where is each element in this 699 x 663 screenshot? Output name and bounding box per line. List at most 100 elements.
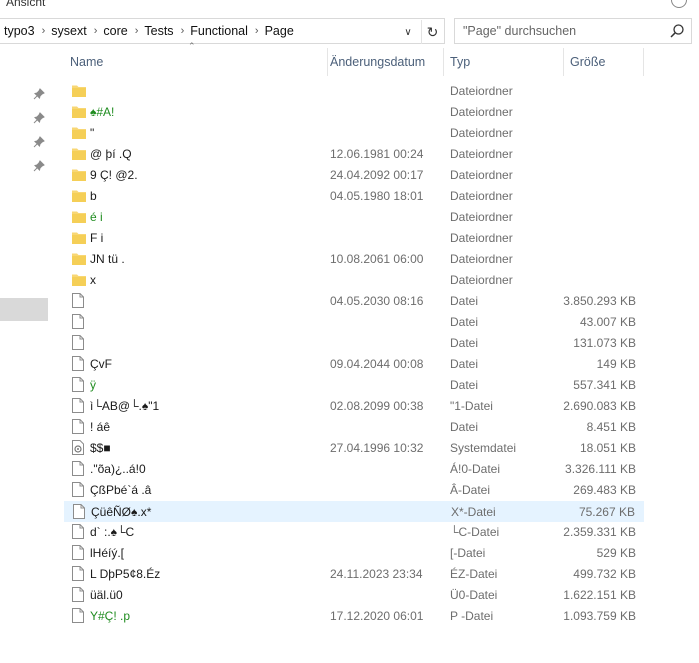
file-list-row[interactable]: 9 Ç! @2. 24.04.2092 00:17 Dateiordner <box>64 165 644 186</box>
ribbon-tab-ansicht[interactable]: Ansicht <box>6 0 45 9</box>
file-list-row[interactable]: ! áê Datei 8.451 KB <box>64 417 644 438</box>
row-name: ÇßPbé`á .â <box>90 483 152 497</box>
file-list-row[interactable]: ÇüêÑØ♠.x* X*-Datei 75.267 KB <box>64 501 644 522</box>
file-list-row[interactable]: Dateiordner <box>64 81 644 102</box>
row-size: 529 KB <box>596 546 636 560</box>
pin-icon[interactable] <box>33 136 45 148</box>
column-label-name: Name <box>70 55 104 69</box>
chevron-right-icon[interactable]: › <box>135 25 139 37</box>
pin-icon[interactable] <box>33 160 45 172</box>
navigation-pane <box>0 48 48 663</box>
row-name: lHéíý.[ <box>90 546 125 560</box>
folder-icon <box>72 209 86 225</box>
file-list-row[interactable]: ÇvF 09.04.2044 00:08 Datei 149 KB <box>64 354 644 375</box>
row-name: ! áê <box>90 420 111 434</box>
row-type: Dateiordner <box>450 126 513 140</box>
chevron-right-icon[interactable]: › <box>181 25 185 37</box>
file-list-row[interactable]: L DþP5¢8.Éz 24.11.2023 23:34 ÉZ-Datei 499.7… <box>64 564 644 585</box>
row-size: 1.622.151 KB <box>563 588 636 602</box>
file-list-row[interactable]: üäl.ü0 Ü0-Datei 1.622.151 KB <box>64 585 644 606</box>
column-header-name[interactable]: Name <box>64 48 328 76</box>
nav-item-selected[interactable] <box>0 298 48 321</box>
file-icon <box>72 377 86 393</box>
row-date: 10.08.2061 06:00 <box>330 252 424 266</box>
chevron-right-icon[interactable]: › <box>94 25 98 37</box>
row-type: Dateiordner <box>450 147 513 161</box>
row-size: 2.690.083 KB <box>563 399 636 413</box>
file-icon <box>72 293 86 309</box>
row-type: Datei <box>450 336 479 350</box>
row-size: 269.483 KB <box>573 483 636 497</box>
file-list-row[interactable]: $$■ 27.04.1996 10:32 Systemdatei 18.051 KB <box>64 438 644 459</box>
file-list-row[interactable]: ♠#A! Dateiordner <box>64 102 644 123</box>
folder-icon <box>72 188 86 204</box>
file-list-row[interactable]: b 04.05.1980 18:01 Dateiordner <box>64 186 644 207</box>
chevron-right-icon[interactable]: › <box>255 25 259 37</box>
pin-icon[interactable] <box>33 112 45 124</box>
search-box[interactable] <box>454 18 692 44</box>
breadcrumb-item-core[interactable]: core <box>103 24 127 38</box>
pin-icon[interactable] <box>33 88 45 100</box>
column-header-size[interactable]: Größe <box>564 48 644 76</box>
row-type: [-Datei <box>450 546 486 560</box>
row-type: P -Datei <box>450 609 494 623</box>
column-header-date[interactable]: Änderungsdatum <box>324 48 444 76</box>
search-input[interactable] <box>455 24 655 38</box>
file-list-row[interactable]: Y#Ç! .p 17.12.2020 06:01 P -Datei 1.093.759… <box>64 606 644 627</box>
row-date: 09.04.2044 00:08 <box>330 357 424 371</box>
row-size: 8.451 KB <box>586 420 636 434</box>
file-list-row[interactable]: é i Dateiordner <box>64 207 644 228</box>
breadcrumb-item-typo3[interactable]: typo3 <box>4 24 35 38</box>
file-list-row[interactable]: 04.05.2030 08:16 Datei 3.850.293 KB <box>64 291 644 312</box>
row-name: ÇüêÑØ♠.x* <box>91 505 152 519</box>
row-name: @ þí .Q <box>90 147 132 161</box>
row-size: 3.850.293 KB <box>563 294 636 308</box>
row-type: Â-Datei <box>450 483 491 497</box>
chevron-right-icon[interactable]: › <box>42 25 46 37</box>
file-list-row[interactable]: Datei 43.007 KB <box>64 312 644 333</box>
row-date: 24.04.2092 00:17 <box>330 168 424 182</box>
address-history-dropdown-icon[interactable]: ∨ <box>397 20 419 44</box>
breadcrumb-item-sysext[interactable]: sysext <box>51 24 86 38</box>
file-list-row[interactable]: JN tü . 10.08.2061 06:00 Dateiordner <box>64 249 644 270</box>
file-icon <box>72 587 86 603</box>
breadcrumb-item-functional[interactable]: Functional <box>190 24 248 38</box>
breadcrumb-item-page[interactable]: Page <box>265 24 294 38</box>
file-list-row[interactable]: lHéíý.[ [-Datei 529 KB <box>64 543 644 564</box>
file-list-row[interactable]: ÇßPbé`á .â Â-Datei 269.483 KB <box>64 480 644 501</box>
file-list-row[interactable]: ."õa)¿..á!0 Á!0-Datei 3.326.111 KB <box>64 459 644 480</box>
breadcrumb: typo3 › sysext › core › Tests › Functional › … <box>0 19 294 43</box>
file-list-row[interactable]: x Dateiordner <box>64 270 644 291</box>
row-name: F i <box>90 231 104 245</box>
file-list-row[interactable]: ì└AB@└.♠"1 02.08.2099 00:38 "1-Datei 2.690.… <box>64 396 644 417</box>
address-box[interactable]: typo3 › sysext › core › Tests › Functional › … <box>0 18 445 44</box>
column-header-type[interactable]: Typ <box>444 48 564 76</box>
row-name: d` :.♠└C <box>90 525 135 539</box>
row-name: x <box>90 273 96 287</box>
file-icon <box>72 608 86 624</box>
search-icon[interactable] <box>669 23 685 39</box>
row-name: Y#Ç! .p <box>90 609 131 623</box>
file-icon <box>72 419 86 435</box>
file-list-row[interactable]: F i Dateiordner <box>64 228 644 249</box>
file-icon <box>72 482 86 498</box>
file-list-row[interactable]: " Dateiordner <box>64 123 644 144</box>
row-name: é i <box>90 210 103 224</box>
refresh-icon[interactable]: ↻ <box>421 20 443 44</box>
row-type: Ü0-Datei <box>450 588 498 602</box>
column-header: ⌃ Name Änderungsdatum Typ Größe <box>64 41 644 76</box>
column-label-type: Typ <box>450 55 471 69</box>
row-size: 149 KB <box>596 357 636 371</box>
file-icon <box>72 314 86 330</box>
file-list-row[interactable]: d` :.♠└C └C-Datei 2.359.331 KB <box>64 522 644 543</box>
row-name: 9 Ç! @2. <box>90 168 138 182</box>
file-list-row[interactable]: ÿ Datei 557.341 KB <box>64 375 644 396</box>
file-icon <box>72 335 86 351</box>
file-list-row[interactable]: Datei 131.073 KB <box>64 333 644 354</box>
row-type: Datei <box>450 294 479 308</box>
ribbon-expand-icon[interactable] <box>671 0 687 8</box>
row-size: 499.732 KB <box>573 567 636 581</box>
file-list-row[interactable]: @ þí .Q 12.06.1981 00:24 Dateiordner <box>64 144 644 165</box>
breadcrumb-item-tests[interactable]: Tests <box>144 24 173 38</box>
row-name: " <box>90 126 95 140</box>
